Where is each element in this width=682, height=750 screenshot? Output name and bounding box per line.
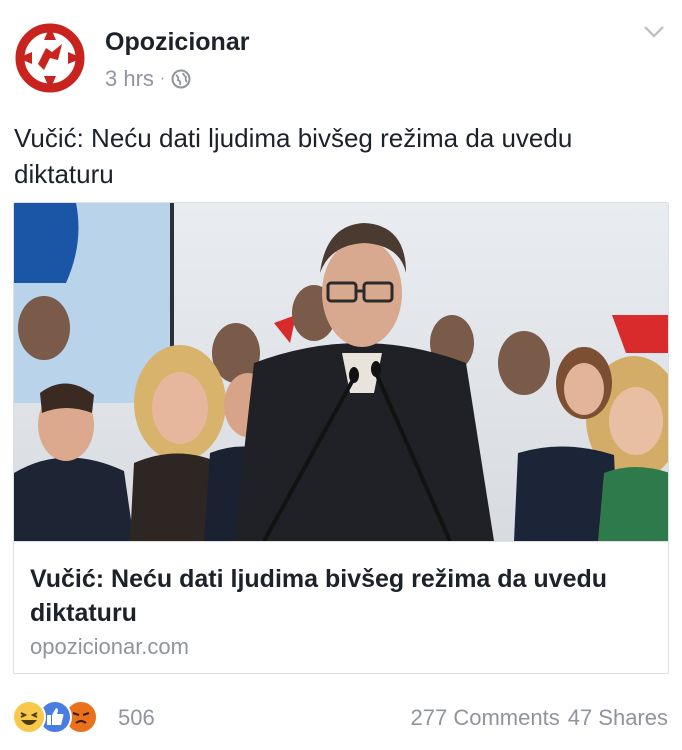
post-message: Vučić: Neću dati ljudima bivšeg režima d… [14, 123, 573, 189]
link-title[interactable]: Vučić: Neću dati ljudima bivšeg režima d… [30, 562, 654, 630]
post-header: Opozicionar 3 hrs · [0, 0, 682, 110]
post-options-chevron-icon[interactable] [640, 20, 668, 44]
reaction-count[interactable]: 506 [118, 705, 155, 731]
globe-icon [171, 69, 191, 89]
page-name-link[interactable]: Opozicionar [105, 28, 249, 57]
shares-count-link[interactable]: 47 Shares [568, 705, 668, 731]
meta-separator: · [159, 70, 166, 87]
page-logo-icon [15, 23, 85, 93]
page-avatar[interactable] [12, 20, 88, 96]
post-engagement-bar: 506 277 Comments 47 Shares [0, 696, 682, 742]
post-timestamp[interactable]: 3 hrs [105, 66, 154, 92]
comments-count-link[interactable]: 277 Comments [411, 705, 560, 731]
post-meta: 3 hrs · [105, 66, 191, 92]
post-stats: 277 Comments 47 Shares [411, 705, 668, 731]
link-domain: opozicionar.com [30, 634, 189, 659]
link-preview-card[interactable]: Vučić: Neću dati ljudima bivšeg režima d… [13, 202, 669, 674]
haha-icon [12, 700, 46, 734]
link-preview-body[interactable]: Vučić: Neću dati ljudima bivšeg režima d… [14, 541, 668, 673]
reaction-icons[interactable] [12, 700, 98, 734]
link-preview-image[interactable] [14, 203, 668, 541]
